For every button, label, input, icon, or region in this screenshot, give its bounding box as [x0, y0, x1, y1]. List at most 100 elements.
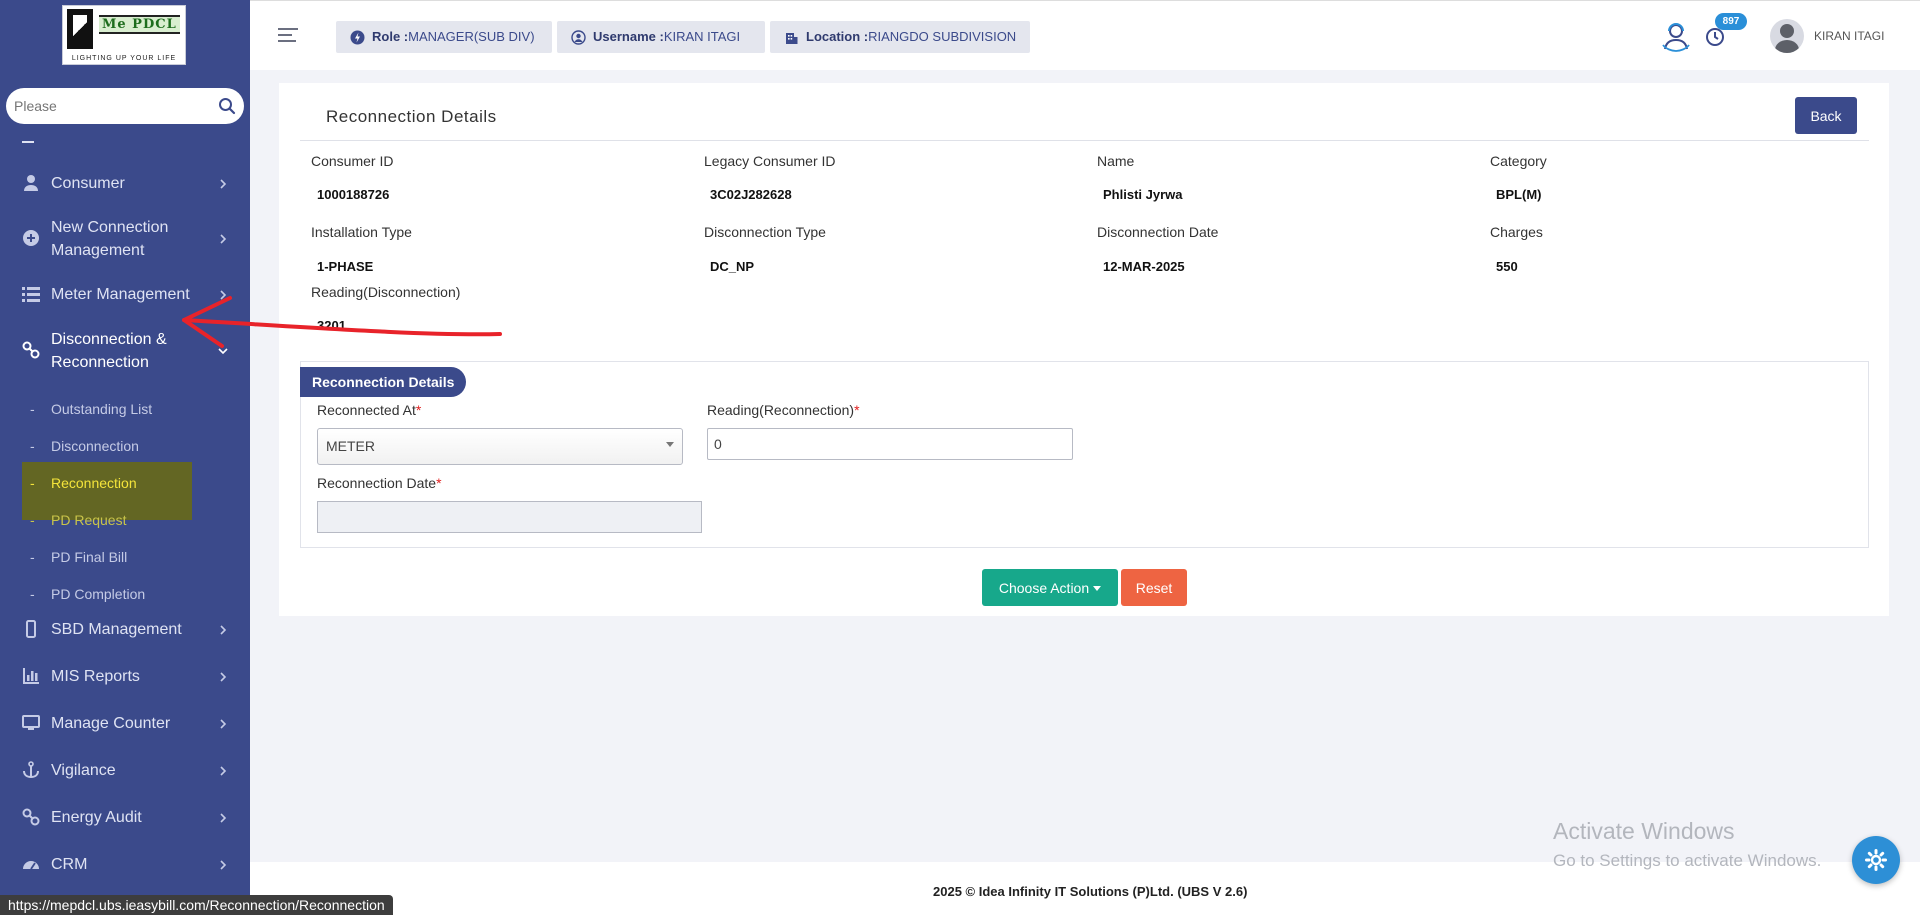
sidebar-subitem-pd-request[interactable]: - PD Request — [0, 505, 250, 535]
plus-circle-icon — [23, 230, 39, 246]
consumer-id-value: 1000188726 — [317, 187, 390, 202]
building-icon — [786, 33, 798, 44]
sidebar-item-crm[interactable]: CRM — [0, 853, 250, 876]
reconnected-at-value: METER — [326, 438, 375, 454]
chevron-right-icon — [220, 860, 227, 870]
sidebar-subitem-disconnection[interactable]: - Disconnection — [0, 431, 250, 461]
sidebar-subitem-reconnection[interactable]: - Reconnection — [0, 468, 250, 498]
avatar[interactable] — [1770, 19, 1804, 53]
sidebar-item-meter-management[interactable]: Meter Management — [0, 283, 250, 306]
sidebar-search — [6, 88, 244, 124]
name-value: Phlisti Jyrwa — [1103, 187, 1183, 202]
sidebar-item-vigilance[interactable]: Vigilance — [0, 759, 250, 782]
hamburger-menu-icon[interactable] — [278, 28, 298, 44]
disconnection-type-value: DC_NP — [710, 259, 755, 274]
user-circle-icon — [571, 30, 586, 45]
role-pill: Role :MANAGER(SUB DIV) — [336, 21, 552, 53]
bolt-circle-icon — [350, 30, 365, 45]
location-pill: Location :RIANGDO SUBDIVISION — [770, 21, 1030, 53]
required-mark: * — [854, 402, 860, 418]
reconnected-at-label: Reconnected At* — [317, 402, 422, 418]
choose-action-button[interactable]: Choose Action — [982, 569, 1118, 606]
name-label: Name — [1097, 153, 1135, 169]
reset-button[interactable]: Reset — [1121, 569, 1187, 606]
reading-disconnection-label: Reading(Disconnection) — [311, 284, 461, 300]
sidebar-item-consumer[interactable]: Consumer — [0, 172, 250, 195]
username-pill: Username :KIRAN ITAGI — [557, 21, 765, 53]
status-bar-url: https://mepdcl.ubs.ieasybill.com/Reconne… — [0, 895, 393, 915]
sidebar-subitem-label: PD Final Bill — [51, 549, 128, 565]
monitor-icon — [22, 715, 40, 730]
notification-badge: 897 — [1715, 13, 1747, 30]
reconnection-form-section: Reconnection Details Reconnected At* MET… — [300, 361, 1869, 548]
choose-action-label: Choose Action — [998, 579, 1090, 596]
user-name[interactable]: KIRAN ITAGI — [1814, 29, 1884, 43]
required-mark: * — [415, 402, 422, 418]
sidebar-item-label: MIS Reports — [51, 668, 140, 685]
sidebar-item-label: Energy Audit — [51, 809, 142, 826]
clock-icon[interactable] — [1705, 27, 1725, 47]
required-mark: * — [436, 475, 442, 491]
category-value: BPL(M) — [1496, 187, 1542, 202]
back-button[interactable]: Back — [1795, 97, 1857, 134]
sidebar-item-label: Manage Counter — [51, 715, 171, 732]
sidebar-item-label: Vigilance — [51, 762, 116, 779]
dashboard-icon — [23, 861, 39, 870]
list-icon — [22, 141, 34, 143]
sidebar-subitem-label: Outstanding List — [51, 401, 153, 417]
reading-reconnection-label: Reading(Reconnection)* — [707, 402, 860, 418]
chevron-right-icon — [220, 813, 227, 823]
gear-icon — [1865, 849, 1887, 871]
disconnection-date-label: Disconnection Date — [1097, 224, 1219, 240]
activate-windows-subtitle: Go to Settings to activate Windows. — [1553, 851, 1822, 870]
reading-reconnection-input[interactable] — [707, 428, 1073, 460]
mobile-icon — [26, 620, 36, 638]
role-value: MANAGER(SUB DIV) — [408, 29, 535, 44]
sidebar-item-label: CRM — [51, 856, 88, 873]
username-value: KIRAN ITAGI — [663, 29, 741, 44]
anchor-icon — [23, 761, 39, 779]
chevron-right-icon — [220, 719, 227, 729]
logo-title: Me PDCL — [99, 15, 180, 34]
disconnection-date-value: 12-MAR-2025 — [1103, 259, 1185, 274]
sidebar-item-energy-audit[interactable]: Energy Audit — [0, 806, 250, 829]
sidebar-subitem-label: PD Completion — [51, 586, 146, 602]
sidebar-subitem-label: Reconnection — [51, 475, 137, 491]
username-label: Username : — [593, 29, 664, 44]
company-logo[interactable]: Me PDCL LIGHTING UP YOUR LIFE — [62, 5, 186, 65]
section-title: Reconnection Details — [300, 367, 467, 397]
link-icon — [22, 341, 40, 359]
sidebar-subitem-outstanding-list[interactable]: - Outstanding List — [0, 394, 250, 424]
sidebar: Me PDCL LIGHTING UP YOUR LIFE Consumer N… — [0, 0, 250, 915]
reconnection-card: Reconnection Details Back Consumer ID 10… — [279, 83, 1889, 616]
installation-type-label: Installation Type — [311, 224, 412, 240]
chevron-right-icon — [220, 290, 227, 300]
support-agent-icon[interactable] — [1659, 19, 1693, 53]
disconnection-type-label: Disconnection Type — [704, 224, 826, 240]
sidebar-item-label: Consumer — [51, 175, 125, 192]
sidebar-item-sbd-management[interactable]: SBD Management — [0, 618, 250, 641]
user-icon — [24, 175, 38, 191]
installation-type-value: 1-PHASE — [317, 259, 374, 274]
list-icon — [22, 287, 40, 302]
bar-chart-icon — [23, 668, 39, 684]
sidebar-item-mis-reports[interactable]: MIS Reports — [0, 665, 250, 688]
top-header: Role :MANAGER(SUB DIV) Username :KIRAN I… — [250, 0, 1920, 70]
reconnection-date-input[interactable] — [317, 501, 702, 533]
sidebar-subitem-pd-completion[interactable]: - PD Completion — [0, 579, 250, 609]
sidebar-subitem-label: Disconnection — [51, 438, 139, 454]
search-icon[interactable] — [218, 97, 236, 115]
settings-fab[interactable] — [1852, 836, 1900, 884]
charges-value: 550 — [1496, 259, 1518, 274]
sidebar-search-input[interactable] — [14, 96, 214, 116]
sidebar-item-label: Meter Management — [51, 286, 190, 303]
sidebar-item-manage-counter[interactable]: Manage Counter — [0, 712, 250, 735]
reading-disconnection-value: 3201 — [317, 318, 346, 333]
sidebar-item-new-connection[interactable]: New Connection Management — [0, 216, 250, 262]
reconnected-at-select[interactable]: METER — [317, 428, 683, 465]
logo-tagline: LIGHTING UP YOUR LIFE — [71, 55, 177, 62]
sidebar-subitem-pd-final-bill[interactable]: - PD Final Bill — [0, 542, 250, 572]
sidebar-item-disconnection-reconnection[interactable]: Disconnection & Reconnection — [0, 328, 250, 374]
logo-mark-icon — [67, 9, 93, 49]
location-label: Location : — [806, 29, 869, 44]
